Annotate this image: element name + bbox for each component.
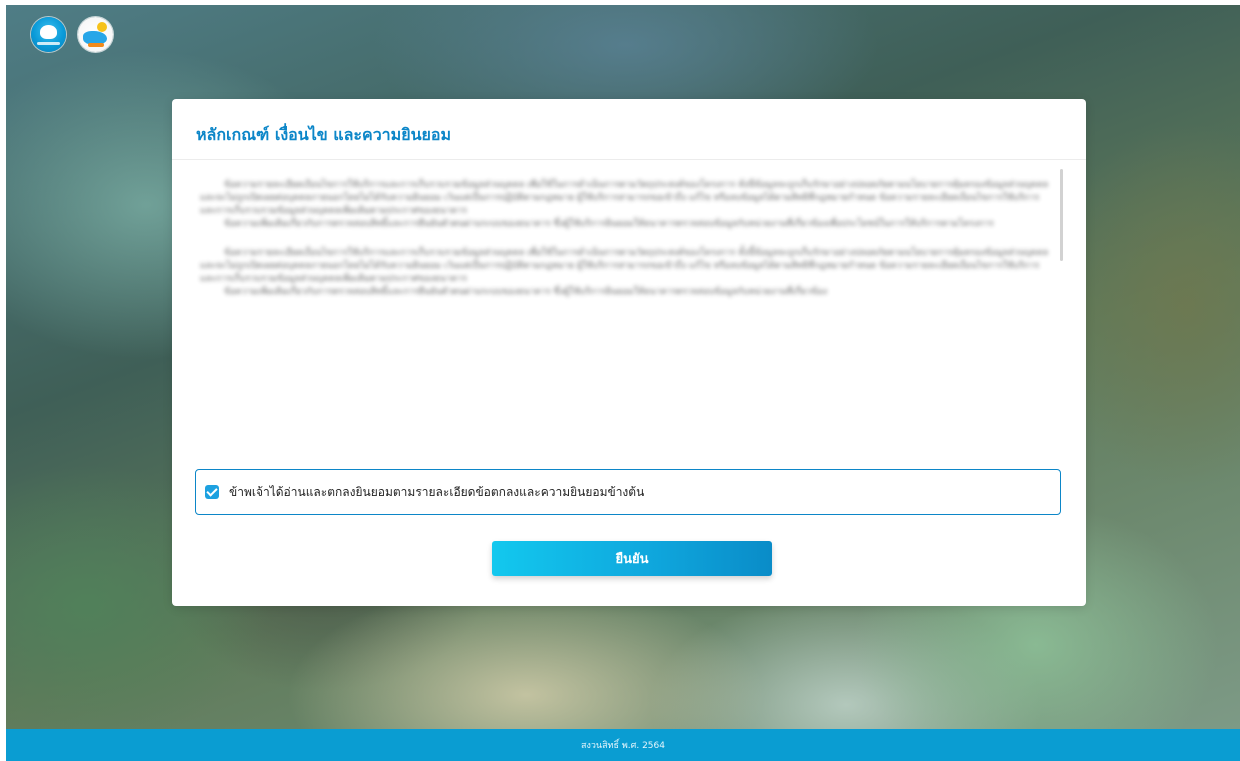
copyright-text: สงวนสิทธิ์ พ.ศ. 2564 bbox=[580, 741, 665, 751]
campaign-tag-icon bbox=[88, 43, 104, 47]
terms-scrollbar[interactable] bbox=[1060, 169, 1063, 261]
page: หลักเกณฑ์ เงื่อนไข และความยินยอม ข้อความ… bbox=[0, 0, 1240, 761]
terms-content-blurred[interactable]: ข้อความรายละเอียดเงื่อนไขการใช้บริการและ… bbox=[200, 179, 1055, 441]
terms-modal: หลักเกณฑ์ เงื่อนไข และความยินยอม ข้อความ… bbox=[172, 99, 1086, 606]
consent-label: ข้าพเจ้าได้อ่านและตกลงยินยอมตามรายละเอีย… bbox=[229, 485, 645, 499]
checkbox-checked-icon[interactable] bbox=[205, 485, 219, 499]
modal-header: หลักเกณฑ์ เงื่อนไข และความยินยอม bbox=[172, 99, 1086, 160]
modal-title: หลักเกณฑ์ เงื่อนไข และความยินยอม bbox=[196, 125, 452, 144]
campaign-logo[interactable] bbox=[78, 17, 113, 52]
krungthai-logo[interactable] bbox=[31, 17, 66, 52]
confirm-button[interactable]: ยืนยัน bbox=[492, 541, 772, 576]
krungthai-bird-icon bbox=[40, 25, 57, 39]
consent-checkbox-row[interactable]: ข้าพเจ้าได้อ่านและตกลงยินยอมตามรายละเอีย… bbox=[195, 469, 1061, 515]
krungthai-wordmark bbox=[37, 42, 60, 45]
footer: สงวนสิทธิ์ พ.ศ. 2564 bbox=[6, 729, 1240, 761]
